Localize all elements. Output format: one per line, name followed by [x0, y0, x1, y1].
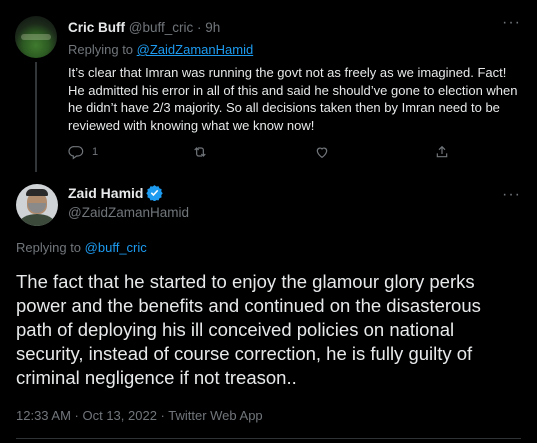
replying-to-link[interactable]: @ZaidZamanHamid — [137, 42, 254, 57]
reply-icon — [68, 146, 84, 160]
more-options-icon[interactable]: ··· — [502, 14, 521, 32]
share-button[interactable] — [434, 144, 450, 160]
reply-tweet[interactable]: Cric Buff @buff_cric · 9h ··· Replying t… — [0, 0, 537, 172]
more-options-icon[interactable]: ··· — [502, 186, 521, 204]
reply-tweet-header: Cric Buff @buff_cric · 9h — [68, 20, 220, 35]
handle[interactable]: @ZaidZamanHamid — [68, 205, 189, 220]
handle[interactable]: @buff_cric — [129, 20, 193, 35]
verified-badge-icon — [146, 185, 164, 201]
heart-icon — [316, 147, 328, 159]
main-tweet: Zaid Hamid @ZaidZamanHamid ··· Replying … — [0, 172, 537, 443]
avatar[interactable] — [16, 184, 58, 226]
reply-count: 1 — [92, 146, 99, 158]
replying-to-label: Replying to — [16, 240, 82, 255]
like-button[interactable] — [314, 144, 330, 160]
replying-to-label: Replying to — [68, 42, 134, 57]
tweet-timestamp[interactable]: 12:33 AM · Oct 13, 2022 · Twitter Web Ap… — [16, 408, 263, 423]
replying-to: Replying to @buff_cric — [16, 240, 147, 255]
avatar-body — [19, 214, 55, 226]
divider — [16, 438, 521, 439]
display-name[interactable]: Cric Buff — [68, 20, 125, 35]
timestamp[interactable]: 9h — [205, 20, 220, 35]
replying-to-link[interactable]: @buff_cric — [85, 240, 147, 255]
display-name[interactable]: Zaid Hamid — [68, 185, 143, 201]
display-name-row: Zaid Hamid — [68, 184, 164, 201]
separator: · — [197, 20, 202, 35]
avatar[interactable] — [15, 16, 57, 58]
tweet-text: It’s clear that Imran was running the go… — [68, 65, 518, 133]
share-icon — [436, 145, 448, 158]
tweet-actions: 1 — [68, 144, 468, 162]
retweet-button[interactable] — [192, 144, 208, 160]
avatar-cap — [26, 189, 48, 196]
thread-line — [35, 62, 37, 172]
tweet-text: The fact that he started to enjoy the gl… — [16, 271, 481, 388]
retweet-icon — [194, 147, 206, 157]
replying-to: Replying to @ZaidZamanHamid — [68, 42, 253, 57]
reply-button[interactable]: 1 — [68, 144, 98, 160]
